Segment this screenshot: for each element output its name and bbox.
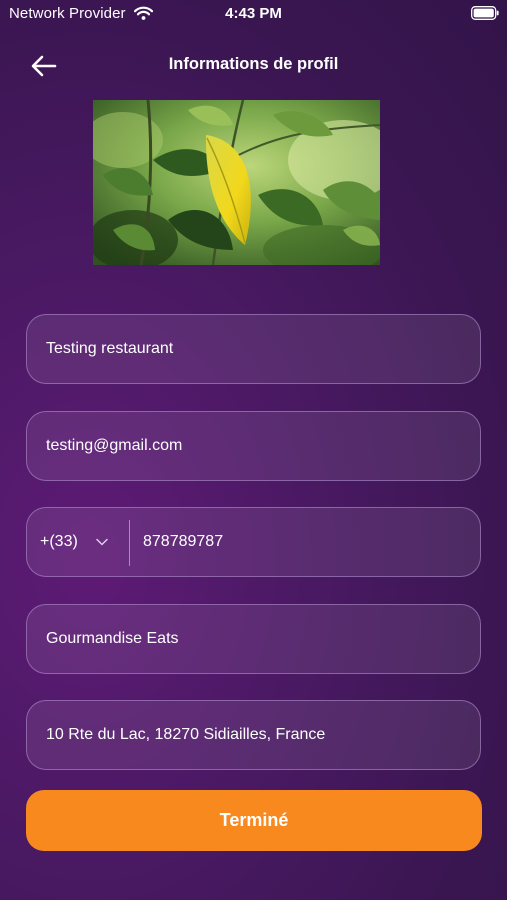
restaurant-name-value: Gourmandise Eats — [46, 630, 179, 647]
phone-divider — [129, 520, 130, 566]
address-field[interactable]: 10 Rte du Lac, 18270 Sidiailles, France — [26, 700, 481, 770]
done-button[interactable]: Terminé — [26, 790, 482, 851]
phone-field: +(33) 878789787 — [26, 507, 481, 577]
status-time: 4:43 PM — [225, 5, 282, 22]
profile-photo[interactable] — [93, 100, 380, 265]
chevron-down-icon — [96, 538, 108, 546]
country-code-select[interactable]: +(33) — [27, 508, 129, 576]
status-bar: Network Provider 4:43 PM — [0, 0, 507, 28]
phone-number-input[interactable]: 878789787 — [143, 533, 223, 551]
name-field[interactable]: Testing restaurant — [26, 314, 481, 384]
email-value: testing@gmail.com — [46, 437, 183, 454]
name-value: Testing restaurant — [46, 340, 174, 357]
battery-icon — [471, 6, 499, 20]
address-value: 10 Rte du Lac, 18270 Sidiailles, France — [46, 726, 326, 743]
leaf-photo-image — [93, 100, 380, 265]
page-title: Informations de profil — [168, 55, 339, 73]
country-code-value: +(33) — [40, 533, 78, 550]
header: Informations de profil — [0, 40, 507, 90]
email-field[interactable]: testing@gmail.com — [26, 411, 481, 481]
restaurant-name-field[interactable]: Gourmandise Eats — [26, 604, 481, 674]
